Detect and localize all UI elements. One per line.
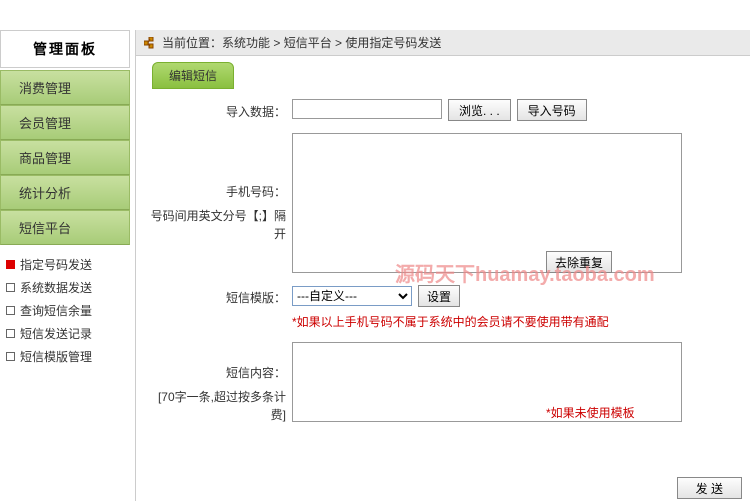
menu-item-sms[interactable]: 短信平台 bbox=[0, 210, 130, 245]
sub-item-query-balance[interactable]: 查询短信余量 bbox=[6, 299, 130, 322]
breadcrumb-path: 系统功能 > 短信平台 > 使用指定号码发送 bbox=[222, 34, 441, 51]
checkbox-icon bbox=[6, 260, 15, 269]
content-hint: [70字一条,超过按多条计费] bbox=[146, 388, 286, 424]
menu-item-product[interactable]: 商品管理 bbox=[0, 140, 130, 175]
form-area: 导入数据： 浏览. . . 导入号码 手机号码： 号码间用英文分号【;】隔开 去… bbox=[136, 89, 750, 446]
checkbox-icon bbox=[6, 352, 15, 361]
sidebar-sublist: 指定号码发送 系统数据发送 查询短信余量 短信发送记录 短信模版管理 bbox=[0, 253, 130, 368]
import-file-input[interactable] bbox=[292, 99, 442, 119]
sub-item-send-by-number[interactable]: 指定号码发送 bbox=[6, 253, 130, 276]
sub-item-label: 系统数据发送 bbox=[20, 279, 92, 296]
template-select[interactable]: ---自定义--- bbox=[292, 286, 412, 306]
content-label-col: 短信内容： [70字一条,超过按多条计费] bbox=[146, 342, 292, 424]
menu-item-member[interactable]: 会员管理 bbox=[0, 105, 130, 140]
checkbox-icon bbox=[6, 329, 15, 338]
template-label: 短信模版： bbox=[146, 285, 292, 330]
sub-item-send-log[interactable]: 短信发送记录 bbox=[6, 322, 130, 345]
phone-textarea[interactable] bbox=[292, 133, 682, 273]
sidebar: 管理面板 消费管理 会员管理 商品管理 统计分析 短信平台 指定号码发送 系统数… bbox=[0, 30, 130, 368]
sidebar-title: 管理面板 bbox=[0, 30, 130, 68]
import-label: 导入数据： bbox=[146, 99, 292, 121]
browse-button[interactable]: 浏览. . . bbox=[448, 99, 511, 121]
template-hint: *如果以上手机号码不属于系统中的会员请不要使用带有通配 bbox=[292, 313, 609, 330]
row-phone: 手机号码： 号码间用英文分号【;】隔开 去除重复 bbox=[146, 133, 740, 273]
phone-hint: 号码间用英文分号【;】隔开 bbox=[146, 207, 286, 243]
phone-label: 手机号码： bbox=[146, 183, 286, 201]
phone-label-col: 手机号码： 号码间用英文分号【;】隔开 bbox=[146, 133, 292, 273]
main-panel: 当前位置： 系统功能 > 短信平台 > 使用指定号码发送 编辑短信 导入数据： … bbox=[135, 30, 750, 501]
breadcrumb-prefix: 当前位置： bbox=[162, 34, 222, 51]
footer-bar: 发 送 bbox=[677, 477, 742, 499]
menu-item-stats[interactable]: 统计分析 bbox=[0, 175, 130, 210]
menu-item-consume[interactable]: 消费管理 bbox=[0, 70, 130, 105]
send-button[interactable]: 发 送 bbox=[677, 477, 742, 499]
row-template: 短信模版： ---自定义--- 设置 *如果以上手机号码不属于系统中的会员请不要… bbox=[146, 285, 740, 330]
content-hint2: *如果未使用模板 bbox=[546, 404, 635, 421]
row-content: 短信内容： [70字一条,超过按多条计费] *如果未使用模板 bbox=[146, 342, 740, 424]
dedup-button[interactable]: 去除重复 bbox=[546, 251, 612, 273]
sub-item-system-data[interactable]: 系统数据发送 bbox=[6, 276, 130, 299]
row-import: 导入数据： 浏览. . . 导入号码 bbox=[146, 99, 740, 121]
checkbox-icon bbox=[6, 283, 15, 292]
sidebar-menu: 消费管理 会员管理 商品管理 统计分析 短信平台 bbox=[0, 70, 130, 245]
panel-tab: 编辑短信 bbox=[152, 62, 234, 89]
location-icon bbox=[144, 37, 158, 49]
content-label: 短信内容： bbox=[146, 364, 286, 382]
breadcrumb: 当前位置： 系统功能 > 短信平台 > 使用指定号码发送 bbox=[136, 30, 750, 56]
sub-item-label: 指定号码发送 bbox=[20, 256, 92, 273]
set-button[interactable]: 设置 bbox=[418, 285, 460, 307]
sub-item-label: 短信发送记录 bbox=[20, 325, 92, 342]
import-number-button[interactable]: 导入号码 bbox=[517, 99, 587, 121]
checkbox-icon bbox=[6, 306, 15, 315]
sub-item-label: 查询短信余量 bbox=[20, 302, 92, 319]
sub-item-label: 短信模版管理 bbox=[20, 348, 92, 365]
sub-item-template-mgmt[interactable]: 短信模版管理 bbox=[6, 345, 130, 368]
